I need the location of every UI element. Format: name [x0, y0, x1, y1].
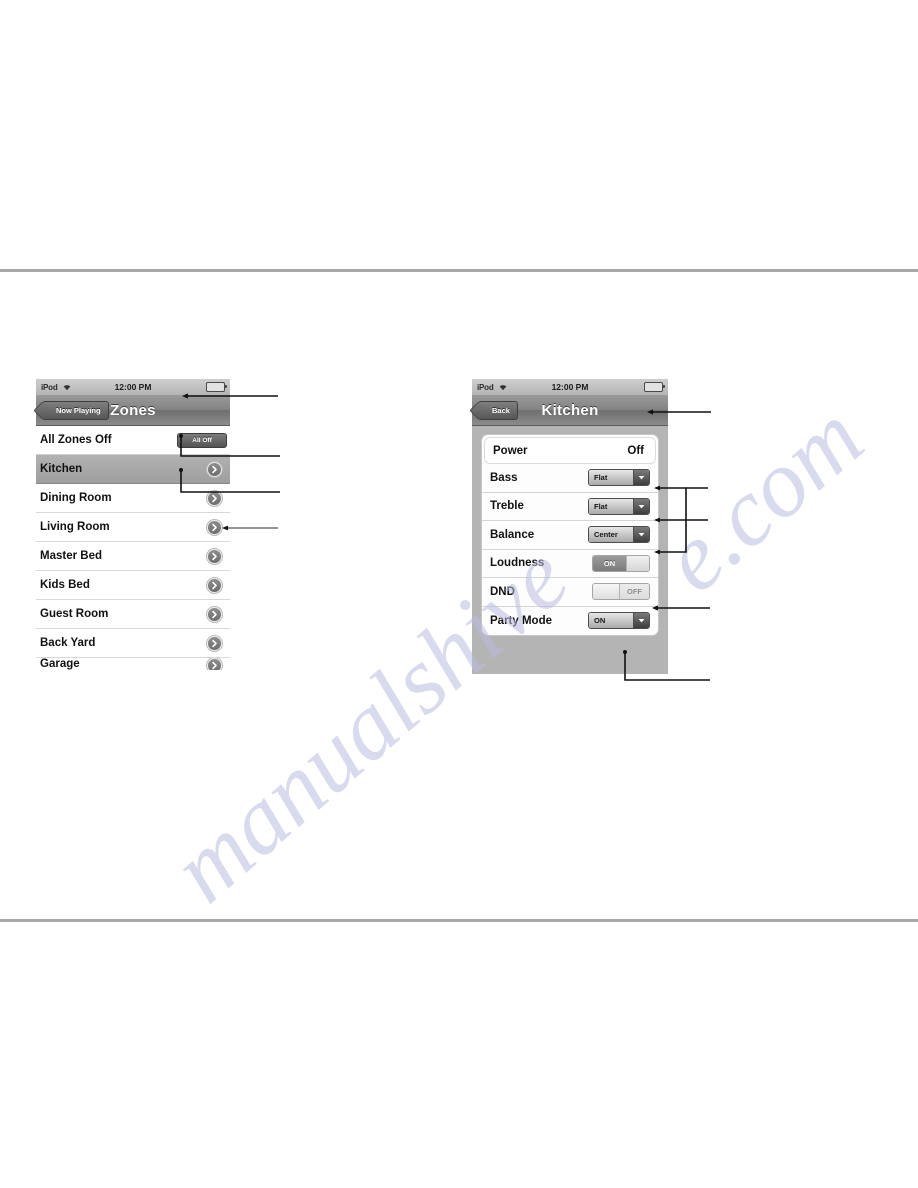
dropdown-bass[interactable]: Flat [588, 469, 650, 487]
zone-row-label: Living Room [40, 521, 110, 533]
chevron-right-icon[interactable] [207, 577, 222, 593]
chevron-right-icon[interactable] [207, 519, 222, 535]
setting-label: Bass [490, 471, 518, 484]
setting-label: Balance [490, 528, 535, 541]
setting-row-bass[interactable]: Bass Flat [482, 464, 658, 493]
setting-value: Off [627, 444, 644, 457]
zone-row[interactable]: Dining Room [36, 484, 230, 513]
battery-icon-kitchen [644, 382, 665, 392]
toggle-dnd[interactable]: OFF [592, 583, 650, 601]
page-rule-top [0, 269, 918, 272]
zone-row[interactable]: Kitchen [36, 455, 230, 484]
status-bar-kitchen: iPod 12:00 PM [472, 379, 668, 395]
kitchen-screen: iPod 12:00 PM Back Kitchen Power Off Bass F… [472, 379, 668, 674]
chevron-right-icon[interactable] [207, 490, 222, 506]
status-time-kitchen: 12:00 PM [551, 382, 589, 392]
zone-row[interactable]: Kids Bed [36, 571, 230, 600]
zone-row[interactable]: Master Bed [36, 542, 230, 571]
dropdown-party-mode[interactable]: ON [588, 612, 650, 630]
zone-row-label: Dining Room [40, 492, 112, 504]
chevron-down-icon[interactable] [633, 470, 649, 486]
all-zones-off-row: All Zones Off All Off [36, 426, 230, 455]
back-button[interactable]: Back [478, 400, 518, 420]
setting-label: Party Mode [490, 614, 552, 627]
battery-icon [206, 382, 227, 392]
nav-bar-kitchen: Back Kitchen [472, 395, 668, 426]
chevron-right-icon[interactable] [207, 658, 222, 670]
zones-list: All Zones Off All Off Kitchen Dining Room… [36, 426, 230, 670]
zone-row-label: Garage [40, 658, 80, 670]
zone-rows-container: Kitchen Dining Room Living Room Master Bed K… [36, 455, 230, 670]
setting-row-treble[interactable]: Treble Flat [482, 493, 658, 521]
zone-row-label: Guest Room [40, 608, 109, 620]
chevron-down-icon[interactable] [633, 527, 649, 543]
zone-row-label: Back Yard [40, 637, 96, 649]
setting-row-balance[interactable]: Balance Center [482, 521, 658, 550]
zone-row-label: Master Bed [40, 550, 102, 562]
nav-bar-zones: Now Playing Zones [36, 395, 230, 426]
status-time: 12:00 PM [114, 382, 152, 392]
setting-label: Loudness [490, 557, 545, 570]
zone-row[interactable]: Living Room [36, 513, 230, 542]
zones-screen: iPod 12:00 PM Now Playing Zones All Zone… [36, 379, 230, 670]
watermark-line-2: e.com [641, 382, 883, 613]
chevron-down-icon[interactable] [633, 498, 649, 514]
chevron-right-icon[interactable] [207, 606, 222, 622]
chevron-right-icon[interactable] [207, 635, 222, 651]
zone-row[interactable]: Guest Room [36, 600, 230, 629]
setting-row-loudness[interactable]: Loudness ON [482, 550, 658, 578]
all-off-button[interactable]: All Off [177, 432, 227, 448]
now-playing-button[interactable]: Now Playing [42, 400, 109, 420]
setting-label: Treble [490, 500, 524, 513]
settings-card: Power Off Bass Flat Treble Flat Balance Center L… [481, 434, 659, 636]
setting-row-party-mode[interactable]: Party Mode ON [482, 607, 658, 636]
dropdown-treble[interactable]: Flat [588, 497, 650, 515]
kitchen-settings-body: Power Off Bass Flat Treble Flat Balance Center L… [472, 426, 668, 674]
status-bar-zones: iPod 12:00 PM [36, 379, 230, 395]
toggle-knob[interactable] [626, 555, 649, 571]
zone-row-label: Kitchen [40, 463, 83, 475]
toggle-state-label: OFF [620, 584, 649, 600]
zone-row[interactable]: Garage [36, 658, 230, 670]
dropdown-value: Flat [589, 498, 633, 514]
all-zones-off-label: All Zones Off [40, 434, 112, 446]
chevron-right-icon[interactable] [207, 461, 222, 477]
zone-row-label: Kids Bed [40, 579, 90, 591]
dropdown-balance[interactable]: Center [588, 526, 650, 544]
setting-row-dnd[interactable]: DND OFF [482, 578, 658, 607]
dropdown-value: ON [589, 613, 633, 629]
dropdown-value: Flat [589, 470, 633, 486]
chevron-down-icon[interactable] [633, 613, 649, 629]
setting-row-power: Power Off [484, 437, 656, 464]
toggle-loudness[interactable]: ON [592, 554, 650, 572]
toggle-state-label: ON [593, 555, 626, 571]
zone-row[interactable]: Back Yard [36, 629, 230, 658]
toggle-knob[interactable] [593, 584, 620, 600]
setting-label: Power [493, 444, 528, 457]
chevron-right-icon[interactable] [207, 548, 222, 564]
page-rule-bottom [0, 919, 918, 922]
dropdown-value: Center [589, 527, 633, 543]
setting-label: DND [490, 585, 515, 598]
